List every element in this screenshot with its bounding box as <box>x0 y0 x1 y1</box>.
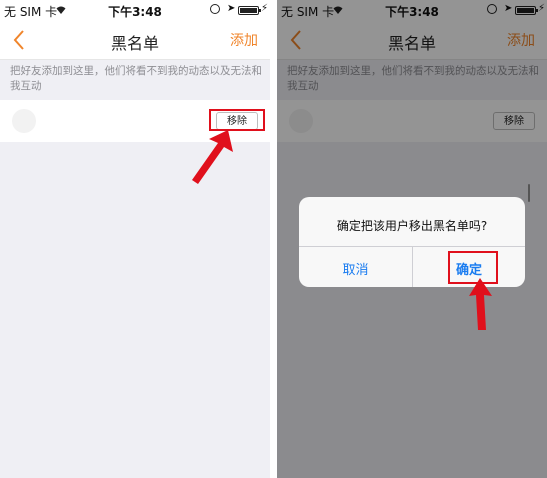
add-button[interactable]: 添加 <box>230 30 258 50</box>
blacklist-hint-text: 把好友添加到这里，他们将看不到我的动态以及无法和我互动 <box>10 65 262 92</box>
status-bar: 无 SIM 卡 下午3:48 ➤ ⚡ <box>0 0 270 20</box>
cancel-button[interactable]: 取消 <box>299 259 412 278</box>
location-icon: ➤ <box>227 3 236 14</box>
red-arrow-icon <box>469 278 492 330</box>
lock-rotation-icon <box>210 4 220 14</box>
blacklist-screen: 无 SIM 卡 下午3:48 ➤ ⚡ 黑名单 添加 把好友添加到这里，他们将看不… <box>0 0 270 478</box>
charging-icon: ⚡ <box>261 3 269 14</box>
scroll-indicator <box>528 184 530 202</box>
avatar <box>12 109 36 133</box>
blacklist-screen-dialog: 无 SIM 卡 下午3:48 ➤ ⚡ 黑名单 添加 把好友添加到这里，他们将看不… <box>277 0 547 478</box>
nav-bar: 黑名单 添加 <box>0 20 270 60</box>
battery-icon <box>238 6 261 15</box>
dialog-message: 确定把该用户移出黑名单吗? <box>336 219 488 233</box>
panel-divider <box>271 0 276 478</box>
red-arrow-icon <box>192 130 233 184</box>
